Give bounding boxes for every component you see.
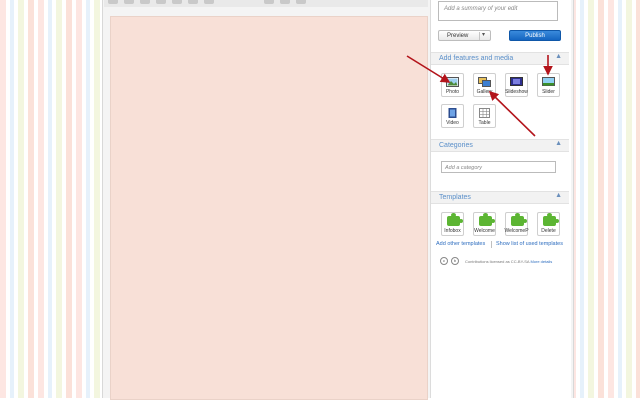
toolbar-button[interactable]	[108, 0, 118, 4]
more-details-link[interactable]: More details	[530, 259, 552, 264]
feature-label: Video	[446, 120, 459, 126]
feature-label: Slider	[542, 89, 555, 95]
editor-content-area[interactable]	[110, 16, 428, 400]
preview-button[interactable]: Preview ▾	[438, 30, 491, 41]
toolbar-button[interactable]	[124, 0, 134, 4]
publish-button[interactable]: Publish	[509, 30, 561, 41]
toolbar-button[interactable]	[172, 0, 182, 4]
feature-slideshow[interactable]: Slideshow	[505, 73, 528, 97]
slider-icon	[542, 77, 555, 86]
video-icon	[448, 108, 457, 118]
category-input[interactable]: Add a category	[441, 161, 556, 173]
toolbar-button[interactable]	[264, 0, 274, 4]
preview-divider	[479, 32, 480, 40]
template-label: Delete	[541, 228, 556, 234]
features-section-title: Add features and media	[439, 55, 514, 62]
categories-section-title: Categories	[439, 142, 473, 149]
license-text: Contributions licensed as CC-BY-SA	[465, 259, 530, 264]
license-note: Contributions licensed as CC-BY-SA More …	[465, 259, 552, 264]
add-other-templates-link[interactable]: Add other templates	[436, 241, 485, 247]
gallery-icon	[478, 77, 491, 87]
link-divider	[491, 241, 492, 248]
bottom-band	[0, 398, 640, 418]
features-section-header[interactable]: Add features and media ▲	[431, 52, 569, 65]
show-used-templates-link[interactable]: Show list of used templates	[496, 241, 563, 247]
puzzle-icon	[479, 213, 495, 226]
templates-section-title: Templates	[439, 194, 471, 201]
template-welcomep[interactable]: WelcomeP	[504, 212, 529, 236]
feature-video[interactable]: Video	[441, 104, 464, 128]
template-label: Infobox	[444, 228, 461, 234]
cc-icon: c	[440, 257, 448, 265]
photo-icon	[446, 77, 459, 87]
feature-label: Slideshow	[505, 89, 528, 95]
collapse-icon[interactable]: ▲	[555, 140, 562, 147]
categories-section-header[interactable]: Categories ▲	[431, 139, 569, 152]
template-infobox[interactable]: Infobox	[441, 212, 464, 236]
feature-gallery[interactable]: Gallery	[473, 73, 496, 97]
toolbar-button[interactable]	[296, 0, 306, 4]
puzzle-icon	[543, 213, 559, 226]
toolbar-button[interactable]	[204, 0, 214, 4]
templates-section-header[interactable]: Templates ▲	[431, 191, 569, 204]
edit-summary-input[interactable]: Add a summary of your edit	[438, 1, 558, 21]
template-welcome[interactable]: Welcome	[473, 212, 496, 236]
collapse-icon[interactable]: ▲	[555, 53, 562, 60]
by-icon: b	[451, 257, 459, 265]
table-icon	[479, 108, 490, 118]
feature-label: Gallery	[476, 89, 493, 95]
template-label: Welcome	[474, 228, 495, 234]
puzzle-icon	[511, 213, 527, 226]
toolbar-button[interactable]	[140, 0, 150, 4]
feature-slider[interactable]: Slider	[537, 73, 560, 97]
toolbar-button[interactable]	[156, 0, 166, 4]
toolbar-button[interactable]	[188, 0, 198, 4]
feature-table[interactable]: Table	[473, 104, 496, 128]
collapse-icon[interactable]: ▲	[555, 192, 562, 199]
puzzle-icon	[447, 213, 463, 226]
feature-label: Photo	[445, 89, 460, 95]
feature-label: Table	[478, 120, 491, 126]
preview-button-label: Preview	[447, 33, 469, 39]
template-delete[interactable]: Delete	[537, 212, 560, 236]
chevron-down-icon[interactable]: ▾	[482, 31, 485, 38]
toolbar-button[interactable]	[280, 0, 290, 4]
slideshow-icon	[510, 77, 523, 86]
template-label: WelcomeP	[504, 228, 529, 234]
editor-toolbar	[104, 0, 428, 7]
feature-photo[interactable]: Photo	[441, 73, 464, 97]
